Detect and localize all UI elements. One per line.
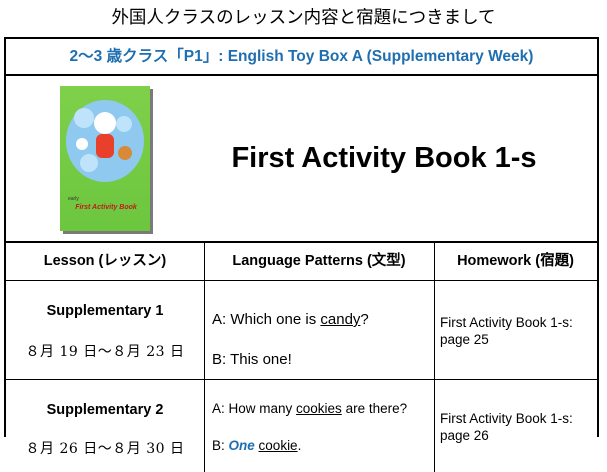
pattern-a-keyword: candy bbox=[320, 311, 361, 328]
pattern-b-keyword: cookie bbox=[258, 438, 298, 453]
column-divider bbox=[204, 243, 205, 280]
column-header-homework: Homework (宿題) bbox=[457, 253, 574, 269]
column-header-patterns: Language Patterns (文型) bbox=[232, 253, 406, 269]
pattern-b-suffix: . bbox=[297, 438, 302, 453]
lesson-dates: ８月 26 日～８月 30 日 bbox=[25, 441, 185, 457]
class-title-row: 2～3 歳クラス「P1」: English Toy Box A (Supplem… bbox=[6, 39, 597, 76]
homework-text: First Activity Book 1-s: page 25 bbox=[440, 315, 573, 347]
pattern-a-keyword: cookies bbox=[296, 401, 342, 416]
pattern-a-prefix: A: Which one is bbox=[212, 311, 321, 328]
book-name: First Activity Book 1-s bbox=[231, 142, 537, 174]
table-row: Supplementary 1 ８月 19 日～８月 23 日 A: Which… bbox=[6, 281, 597, 380]
column-divider bbox=[434, 281, 435, 379]
pattern-b: B: One cookie. bbox=[212, 437, 430, 454]
cover-bubble bbox=[116, 116, 132, 132]
table-row: Supplementary 2 ８月 26 日～８月 30 日 A: How m… bbox=[6, 380, 597, 472]
column-header-row: Lesson (レッスン) Language Patterns (文型) Hom… bbox=[6, 243, 597, 281]
pattern-a: A: How many cookies are there? bbox=[212, 400, 412, 417]
lesson-name: Supplementary 1 bbox=[46, 303, 164, 319]
column-divider bbox=[204, 380, 205, 472]
document-title: 外国人クラスのレッスン内容と宿題につきまして bbox=[111, 8, 496, 28]
cover-title: First Activity Book bbox=[75, 204, 137, 211]
book-cover-image: early First Activity Book bbox=[60, 86, 150, 231]
pattern-b-prefix: B: bbox=[212, 438, 229, 453]
lesson-dates: ８月 19 日～８月 23 日 bbox=[25, 344, 185, 360]
cover-character-face bbox=[94, 112, 116, 134]
column-divider bbox=[434, 380, 435, 472]
cover-subtitle: early bbox=[68, 196, 79, 202]
column-divider bbox=[204, 281, 205, 379]
pattern-a-prefix: A: How many bbox=[212, 401, 297, 416]
homework-text: First Activity Book 1-s: page 26 bbox=[440, 411, 573, 443]
cover-bubble bbox=[80, 154, 98, 172]
cover-bear bbox=[118, 146, 132, 160]
column-divider bbox=[434, 243, 435, 280]
column-header-lesson: Lesson (レッスン) bbox=[43, 253, 167, 269]
pattern-a-suffix: are there? bbox=[341, 401, 408, 416]
book-row: early First Activity Book First Activity… bbox=[6, 76, 597, 243]
lesson-table: 2～3 歳クラス「P1」: English Toy Box A (Supplem… bbox=[4, 37, 599, 472]
class-title: 2～3 歳クラス「P1」: English Toy Box A (Supplem… bbox=[69, 48, 534, 65]
lesson-name: Supplementary 2 bbox=[46, 402, 164, 418]
cover-character-body bbox=[96, 134, 114, 158]
pattern-b-emphasis: One bbox=[228, 438, 255, 453]
pattern-a-suffix: ? bbox=[360, 311, 369, 328]
cover-bubble bbox=[74, 108, 94, 128]
pattern-b: B: This one! bbox=[212, 351, 292, 368]
cover-character-face bbox=[76, 138, 88, 150]
pattern-a: A: Which one is candy? bbox=[212, 311, 430, 328]
